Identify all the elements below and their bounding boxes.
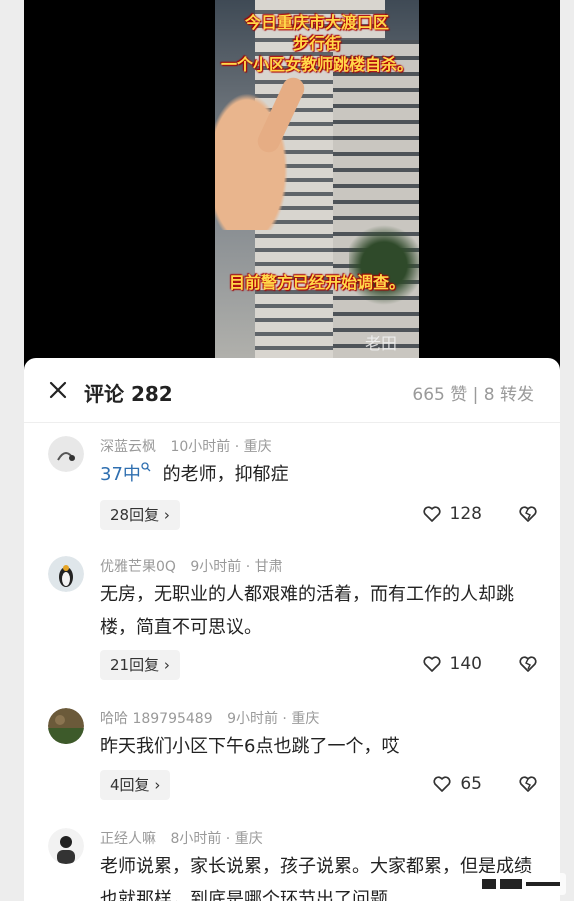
topic-link[interactable]: 37中: [100, 464, 141, 485]
comment-meta: 哈哈 189795489 9小时前 · 重庆: [100, 708, 319, 728]
avatar[interactable]: [48, 436, 84, 472]
comment-text: 老师说累，家长说累，孩子说累。大家都累，但是成绩也就那样，到底是哪个环节出了问题: [100, 856, 532, 901]
like-count: 128: [449, 504, 482, 524]
username[interactable]: 正经人嘛: [100, 831, 156, 847]
video-player[interactable]: 今日重庆市大渡口区 步行街 一个小区女教师跳楼自杀。 目前警方已经开始调查。 老…: [24, 0, 560, 380]
building-image-right: [333, 40, 419, 360]
broken-heart-icon[interactable]: [518, 774, 538, 794]
comments-header: 评论 282 665 赞 | 8 转发: [24, 358, 560, 422]
comment-text: 昨天我们小区下午6点也跳了一个，哎: [100, 736, 400, 757]
reply-count: 4回复: [110, 776, 150, 794]
video-caption-top: 今日重庆市大渡口区 步行街 一个小区女教师跳楼自杀。: [220, 13, 413, 74]
like-count: 65: [460, 774, 482, 794]
like-button[interactable]: 140: [422, 654, 482, 674]
comments-sheet: 评论 282 665 赞 | 8 转发 深蓝云枫 10小时前 · 重庆 37中 …: [24, 358, 560, 901]
heart-icon[interactable]: [422, 654, 442, 674]
like-button[interactable]: 65: [432, 774, 482, 794]
comment-text: 37中 的老师，抑郁症: [100, 458, 540, 491]
comments-title: 评论 282: [84, 382, 173, 406]
comment-meta: 深蓝云枫 10小时前 · 重庆: [100, 436, 272, 456]
chevron-right-icon: ›: [163, 656, 170, 674]
view-replies-button[interactable]: 21回复 ›: [100, 650, 180, 680]
like-button[interactable]: 128: [422, 504, 482, 524]
broken-heart-icon[interactable]: [518, 654, 538, 674]
comment-meta: 正经人嘛 8小时前 · 重庆: [100, 828, 263, 848]
header-divider: [24, 422, 560, 423]
avatar[interactable]: [48, 556, 84, 592]
video-frame[interactable]: 今日重庆市大渡口区 步行街 一个小区女教师跳楼自杀。 目前警方已经开始调查。 老…: [215, 0, 419, 380]
view-replies-button[interactable]: 4回复 ›: [100, 770, 171, 800]
heart-icon[interactable]: [432, 774, 452, 794]
view-replies-button[interactable]: 28回复 ›: [100, 500, 180, 530]
building-sign-text: 老田: [365, 334, 398, 353]
username[interactable]: 哈哈 189795489: [100, 711, 213, 727]
like-count: 140: [449, 654, 482, 674]
time-location: 10小时前 · 重庆: [170, 439, 272, 455]
avatar[interactable]: [48, 828, 84, 864]
comment-meta: 优雅芒果0Q 9小时前 · 甘肃: [100, 556, 283, 576]
likes-shares-count: 665 赞 | 8 转发: [412, 385, 534, 405]
reply-count: 21回复: [110, 656, 160, 674]
time-location: 9小时前 · 甘肃: [190, 559, 283, 575]
chevron-right-icon: ›: [154, 776, 161, 794]
time-location: 8小时前 · 重庆: [170, 831, 263, 847]
chevron-right-icon: ›: [163, 506, 170, 524]
close-icon[interactable]: [48, 380, 68, 400]
username[interactable]: 优雅芒果0Q: [100, 559, 176, 575]
watermark: [476, 873, 566, 895]
avatar[interactable]: [48, 708, 84, 744]
search-icon[interactable]: [141, 462, 151, 472]
comment-text: 无房，无职业的人都艰难的活着，而有工作的人却跳楼，简直不可思议。: [100, 584, 514, 638]
broken-heart-icon[interactable]: [518, 504, 538, 524]
heart-icon[interactable]: [422, 504, 442, 524]
time-location: 9小时前 · 重庆: [227, 711, 320, 727]
video-caption-bottom: 目前警方已经开始调查。: [228, 273, 405, 292]
comment-body: 的老师，抑郁症: [162, 464, 289, 485]
username[interactable]: 深蓝云枫: [100, 439, 156, 455]
reply-count: 28回复: [110, 506, 160, 524]
tree-image: [349, 220, 419, 310]
